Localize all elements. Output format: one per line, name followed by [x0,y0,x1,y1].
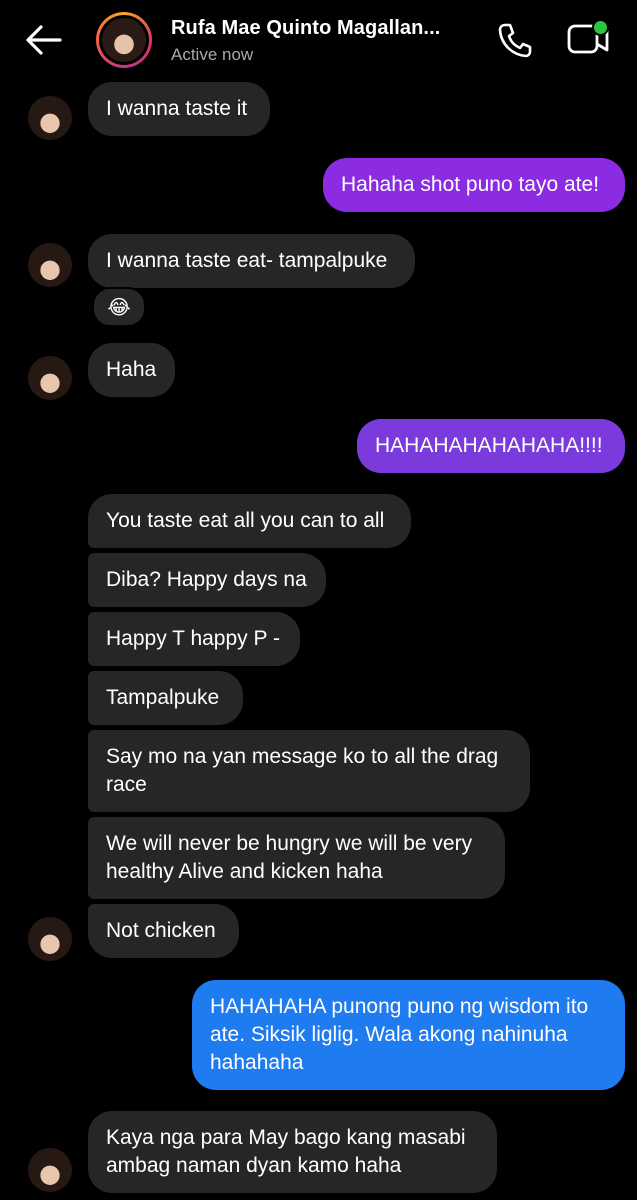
contact-avatar-small[interactable] [28,917,72,961]
online-indicator [592,19,609,36]
contact-name[interactable]: Rufa Mae Quinto Magallan... [171,17,440,40]
message-incoming[interactable]: I wanna taste eat- tampalpuke [88,234,415,288]
contact-avatar-small[interactable] [28,243,72,287]
message-incoming[interactable]: Happy T happy P - [88,612,300,666]
message-outgoing[interactable]: HAHAHAHA punong puno ng wisdom ito ate. … [192,980,625,1090]
active-status: Active now [171,45,254,64]
message-incoming[interactable]: We will never be hungry we will be very … [88,817,505,899]
contact-avatar-small[interactable] [28,1148,72,1192]
message-incoming[interactable]: Kaya nga para May bago kang masabi ambag… [88,1111,497,1193]
message-outgoing[interactable]: HAHAHAHAHAHAHA!!!! [357,419,625,473]
message-incoming[interactable]: Haha [88,343,175,397]
message-incoming[interactable]: I wanna taste it [88,82,270,136]
chat-header: Rufa Mae Quinto Magallan... Active now [0,0,637,80]
contact-avatar[interactable] [96,12,152,68]
message-incoming[interactable]: Not chicken [88,904,239,958]
message-incoming[interactable]: You taste eat all you can to all [88,494,411,548]
contact-avatar-small[interactable] [28,356,72,400]
laughing-emoji-reaction[interactable]: 😂 [92,287,146,327]
message-incoming[interactable]: Tampalpuke [88,671,243,725]
message-incoming[interactable]: Diba? Happy days na [88,553,326,607]
contact-avatar-small[interactable] [28,96,72,140]
message-outgoing[interactable]: Hahaha shot puno tayo ate! [323,158,625,212]
message-incoming[interactable]: Say mo na yan message ko to all the drag… [88,730,530,812]
phone-icon[interactable] [496,21,534,59]
arrow-left-icon[interactable] [24,22,64,58]
